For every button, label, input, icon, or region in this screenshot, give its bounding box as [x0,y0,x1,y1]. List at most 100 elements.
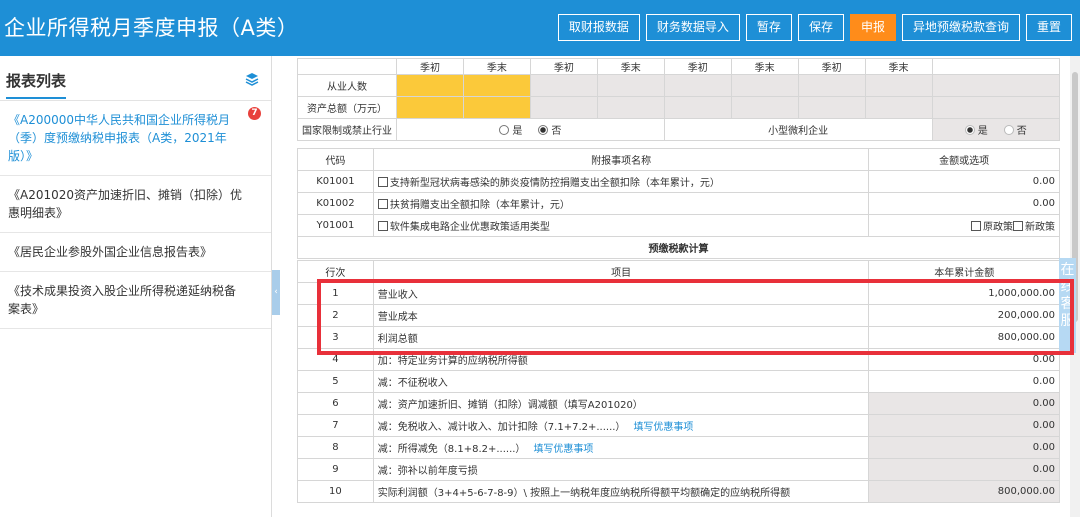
row-item: 减：资产加速折旧、摊销（扣除）调减额（填写A201020） [372,392,870,415]
table-row: 7 减：免税收入、减计收入、加计扣除（7.1+7.2+......） 填写优惠事项… [297,414,1060,437]
employees-q1-end-input[interactable] [462,74,531,97]
policy-type-options: 原政策 新政策 [868,214,1060,237]
row-item: 减：免税收入、减计收入、加计扣除（7.1+7.2+......） 填写优惠事项 [372,414,870,437]
blank-cell [931,58,1060,75]
row-item: 减：弥补以前年度亏损 [372,458,870,481]
assets-cell [663,96,732,119]
checkbox-icon[interactable] [377,221,388,231]
row-item: 减：所得减免（8.1+8.2+......） 填写优惠事项 [372,436,870,459]
restricted-industry-label: 国家限制或禁止行业 [297,118,397,141]
app-header: 企业所得税月季度申报（A类） 取财报数据 财务数据导入 暂存 保存 申报 异地预… [0,0,1080,56]
restricted-industry-options: 是 否 [396,118,665,141]
assets-q1-start-input[interactable] [396,96,464,119]
attach-item-y01001[interactable]: 软件集成电路企业优惠政策适用类型 [372,214,870,237]
table-row: 2 营业成本 200,000.00 [297,304,1060,327]
sidebar-collapse-handle[interactable]: ‹ [272,270,280,315]
employees-cell [931,74,1060,97]
old-policy-checkbox[interactable]: 原政策 [971,221,1013,233]
sidebar-item-tech-investment[interactable]: 《技术成果投资入股企业所得税递延纳税备案表》 [0,272,271,329]
blank-cell [297,58,397,75]
sidebar-item-a201020[interactable]: 《A201020资产加速折旧、摊销（扣除）优惠明细表》 [0,176,271,233]
sidebar-item-foreign-equity[interactable]: 《居民企业参股外国企业信息报告表》 [0,233,271,272]
row-item: 加：特定业务计算的应纳税所得额 [372,348,870,371]
small-no-radio: 否 [1003,125,1027,137]
row-amount-readonly: 0.00 [868,392,1060,415]
amount-option-col-header: 金额或选项 [868,148,1060,171]
employees-cell [663,74,732,97]
restricted-no-radio[interactable]: 否 [538,125,561,137]
remote-tax-query-button[interactable]: 异地预缴税款查询 [901,14,1020,41]
quarter-header: 季末 [730,58,799,75]
fill-preference-link[interactable]: 填写优惠事项 [533,444,593,455]
table-row: 5 减：不征税收入 0.00 [297,370,1060,393]
row-no: 2 [297,304,374,327]
chevron-left-icon: ‹ [274,287,278,297]
sidebar-item-label: 《A200000中华人民共和国企业所得税月（季）度预缴纳税申报表（A类，2021… [8,113,231,163]
assets-q1-end-input[interactable] [462,96,531,119]
app-title: 企业所得税月季度申报（A类） [4,16,299,40]
employees-cell [730,74,799,97]
small-yes-radio: 是 [964,125,988,137]
save-button[interactable]: 保存 [797,14,844,41]
small-enterprise-label: 小型微利企业 [663,118,933,141]
row-item: 营业收入 [372,282,870,305]
table-row: 10 实际利润额（3+4+5-6-7-8-9）\ 按照上一纳税年度应纳税所得额平… [297,480,1060,503]
employees-label: 从业人数 [297,74,397,97]
employees-cell [797,74,866,97]
row-amount-readonly: 0.00 [868,436,1060,459]
quarter-header: 季初 [797,58,866,75]
attach-code: K01002 [297,192,374,215]
assets-cell [797,96,866,119]
declare-button[interactable]: 申报 [849,14,896,41]
row-amount-input[interactable]: 0.00 [868,348,1060,371]
quarter-header: 季末 [864,58,933,75]
checkbox-icon[interactable] [377,177,388,187]
table-row: 6 减：资产加速折旧、摊销（扣除）调减额（填写A201020） 0.00 [297,392,1060,415]
quarter-header: 季初 [663,58,732,75]
table-row: 4 加：特定业务计算的应纳税所得额 0.00 [297,348,1060,371]
fetch-financial-data-button[interactable]: 取财报数据 [557,14,640,41]
assets-cell [931,96,1060,119]
table-row: 1 营业收入 1,000,000.00 [297,282,1060,305]
employees-q1-start-input[interactable] [396,74,464,97]
checkbox-icon[interactable] [377,199,388,209]
attach-item-k01002[interactable]: 扶贫捐赠支出全额扣除（本年累计，元） [372,192,870,215]
table-row: 8 减：所得减免（8.1+8.2+......） 填写优惠事项 0.00 [297,436,1060,459]
reset-button[interactable]: 重置 [1025,14,1072,41]
assets-cell [730,96,799,119]
stash-button[interactable]: 暂存 [745,14,792,41]
attach-code: Y01001 [297,214,374,237]
form-area: 季初 季末 季初 季末 季初 季末 季初 季末 从业人数 资产总额（万元） 国家… [280,56,1070,517]
count-badge: 7 [248,107,261,120]
assets-cell [864,96,933,119]
report-sidebar: 报表列表 《A200000中华人民共和国企业所得税月（季）度预缴纳税申报表（A类… [0,56,272,517]
attach-value-input[interactable]: 0.00 [868,170,1060,193]
row-no: 9 [297,458,374,481]
quarter-header: 季末 [596,58,665,75]
quarter-header: 季初 [396,58,464,75]
import-financial-data-button[interactable]: 财务数据导入 [645,14,740,41]
row-amount-input[interactable]: 0.00 [868,370,1060,393]
table-row: 3 利润总额 800,000.00 [297,326,1060,349]
tax-calc-table: 行次 项目 本年累计金额 1 营业收入 1,000,000.00 2 营业成本 … [297,260,1060,503]
layers-icon[interactable] [245,72,259,86]
attach-code: K01001 [297,170,374,193]
row-amount-input[interactable]: 200,000.00 [868,304,1060,327]
fill-preference-link[interactable]: 填写优惠事项 [633,422,693,433]
code-col-header: 代码 [297,148,374,171]
attach-value-input[interactable]: 0.00 [868,192,1060,215]
amount-col-header: 本年累计金额 [868,260,1060,283]
new-policy-checkbox[interactable]: 新政策 [1013,221,1055,233]
basic-info-table: 季初 季末 季初 季末 季初 季末 季初 季末 从业人数 资产总额（万元） 国家… [297,58,1060,141]
row-item: 利润总额 [372,326,870,349]
row-amount-input[interactable]: 1,000,000.00 [868,282,1060,305]
attach-item-k01001[interactable]: 支持新型冠状病毒感染的肺炎疫情防控捐赠支出全额扣除（本年累计，元） [372,170,870,193]
row-no: 10 [297,480,374,503]
restricted-yes-radio[interactable]: 是 [499,125,522,137]
row-no: 7 [297,414,374,437]
online-service-tab[interactable]: 在线客服 [1059,258,1076,353]
sidebar-item-a200000[interactable]: 《A200000中华人民共和国企业所得税月（季）度预缴纳税申报表（A类，2021… [0,101,271,176]
assets-cell [596,96,665,119]
attach-name-col-header: 附报事项名称 [372,148,870,171]
row-amount-input[interactable]: 800,000.00 [868,326,1060,349]
